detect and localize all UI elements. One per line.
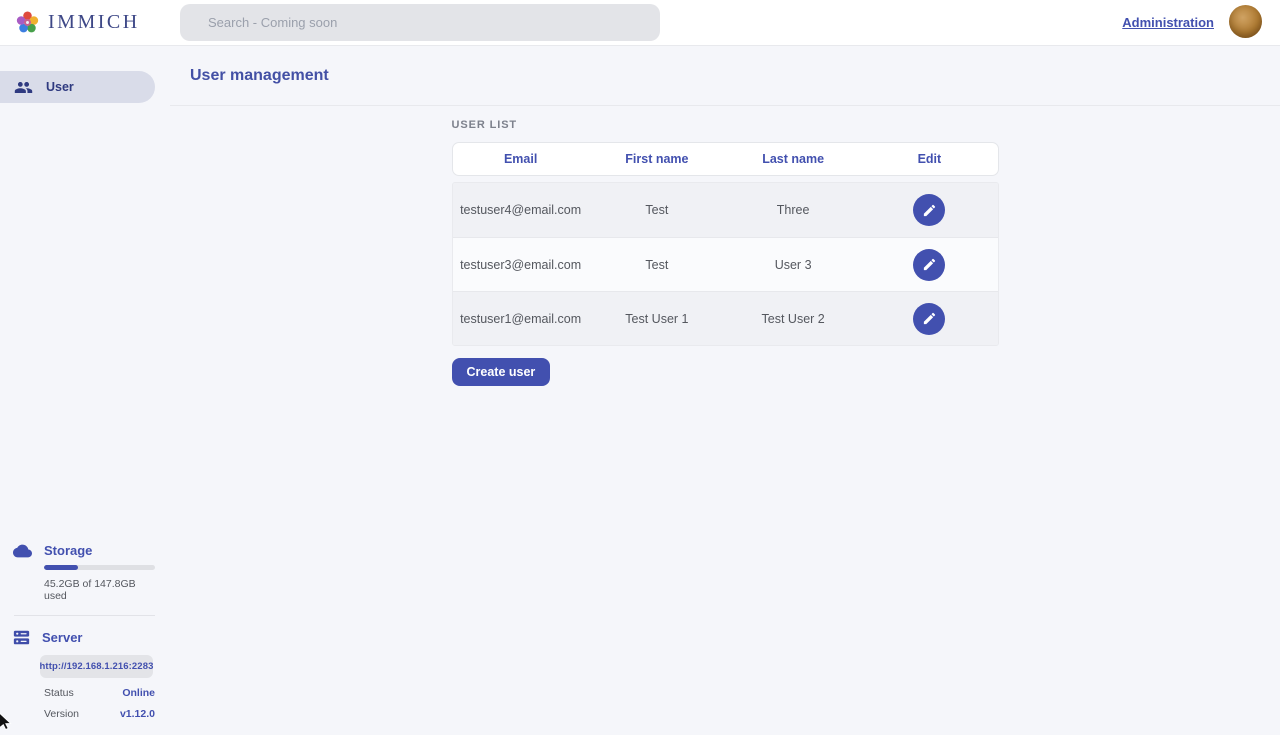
cell-first-name: Test (589, 203, 725, 217)
pencil-icon (922, 203, 937, 218)
cell-last-name: Three (725, 203, 861, 217)
pencil-icon (922, 257, 937, 272)
storage-progress-fill (44, 565, 78, 570)
top-nav: IMMICH Administration (0, 0, 1280, 46)
table-row: testuser4@email.com Test Three (453, 183, 998, 237)
page-title: User management (190, 67, 329, 85)
search-input[interactable] (180, 4, 660, 41)
server-status-label: Status (44, 687, 74, 699)
cell-last-name: User 3 (725, 258, 861, 272)
server-status-value: Online (122, 687, 155, 699)
cell-email: testuser1@email.com (453, 312, 589, 326)
server-url-badge: http://192.168.1.216:2283 (40, 655, 153, 678)
create-user-button[interactable]: Create user (452, 358, 551, 386)
cell-email: testuser3@email.com (453, 258, 589, 272)
server-title: Server (42, 630, 82, 645)
users-icon (14, 78, 33, 97)
brand: IMMICH (0, 11, 140, 34)
storage-progress-bar (44, 565, 155, 570)
storage-usage-text: 45.2GB of 147.8GB used (44, 578, 156, 602)
brand-name: IMMICH (48, 11, 140, 34)
immich-logo-icon (16, 11, 39, 34)
page-header: User management (170, 46, 1280, 106)
sidebar-footer: Storage 45.2GB of 147.8GB used (0, 543, 156, 720)
administration-link[interactable]: Administration (1122, 15, 1214, 30)
table-row: testuser3@email.com Test User 3 (453, 237, 998, 291)
pencil-icon (922, 311, 937, 326)
table-header-row: Email First name Last name Edit (452, 142, 999, 176)
server-icon (13, 629, 30, 646)
main-content: User management USER LIST Email First na… (170, 46, 1280, 730)
col-header-edit: Edit (861, 152, 997, 166)
user-avatar[interactable] (1229, 5, 1262, 38)
cell-last-name: Test User 2 (725, 312, 861, 326)
cell-first-name: Test (589, 258, 725, 272)
mouse-cursor (0, 713, 13, 735)
user-list-label: USER LIST (452, 119, 999, 131)
edit-user-button[interactable] (913, 249, 945, 281)
col-header-first-name: First name (589, 152, 725, 166)
col-header-last-name: Last name (725, 152, 861, 166)
edit-user-button[interactable] (913, 194, 945, 226)
cloud-icon (13, 544, 32, 558)
sidebar: User Storage 45.2GB of 147.8GB used (0, 46, 170, 730)
user-table: testuser4@email.com Test Three te (452, 182, 999, 346)
col-header-email: Email (453, 152, 589, 166)
storage-title: Storage (44, 543, 92, 558)
server-version-label: Version (44, 708, 79, 720)
edit-user-button[interactable] (913, 303, 945, 335)
sidebar-item-label: User (46, 80, 74, 94)
cell-first-name: Test User 1 (589, 312, 725, 326)
cell-email: testuser4@email.com (453, 203, 589, 217)
sidebar-item-user[interactable]: User (0, 71, 155, 103)
divider (14, 615, 155, 616)
server-version-value: v1.12.0 (120, 708, 155, 720)
table-row: testuser1@email.com Test User 1 Test Use… (453, 291, 998, 345)
